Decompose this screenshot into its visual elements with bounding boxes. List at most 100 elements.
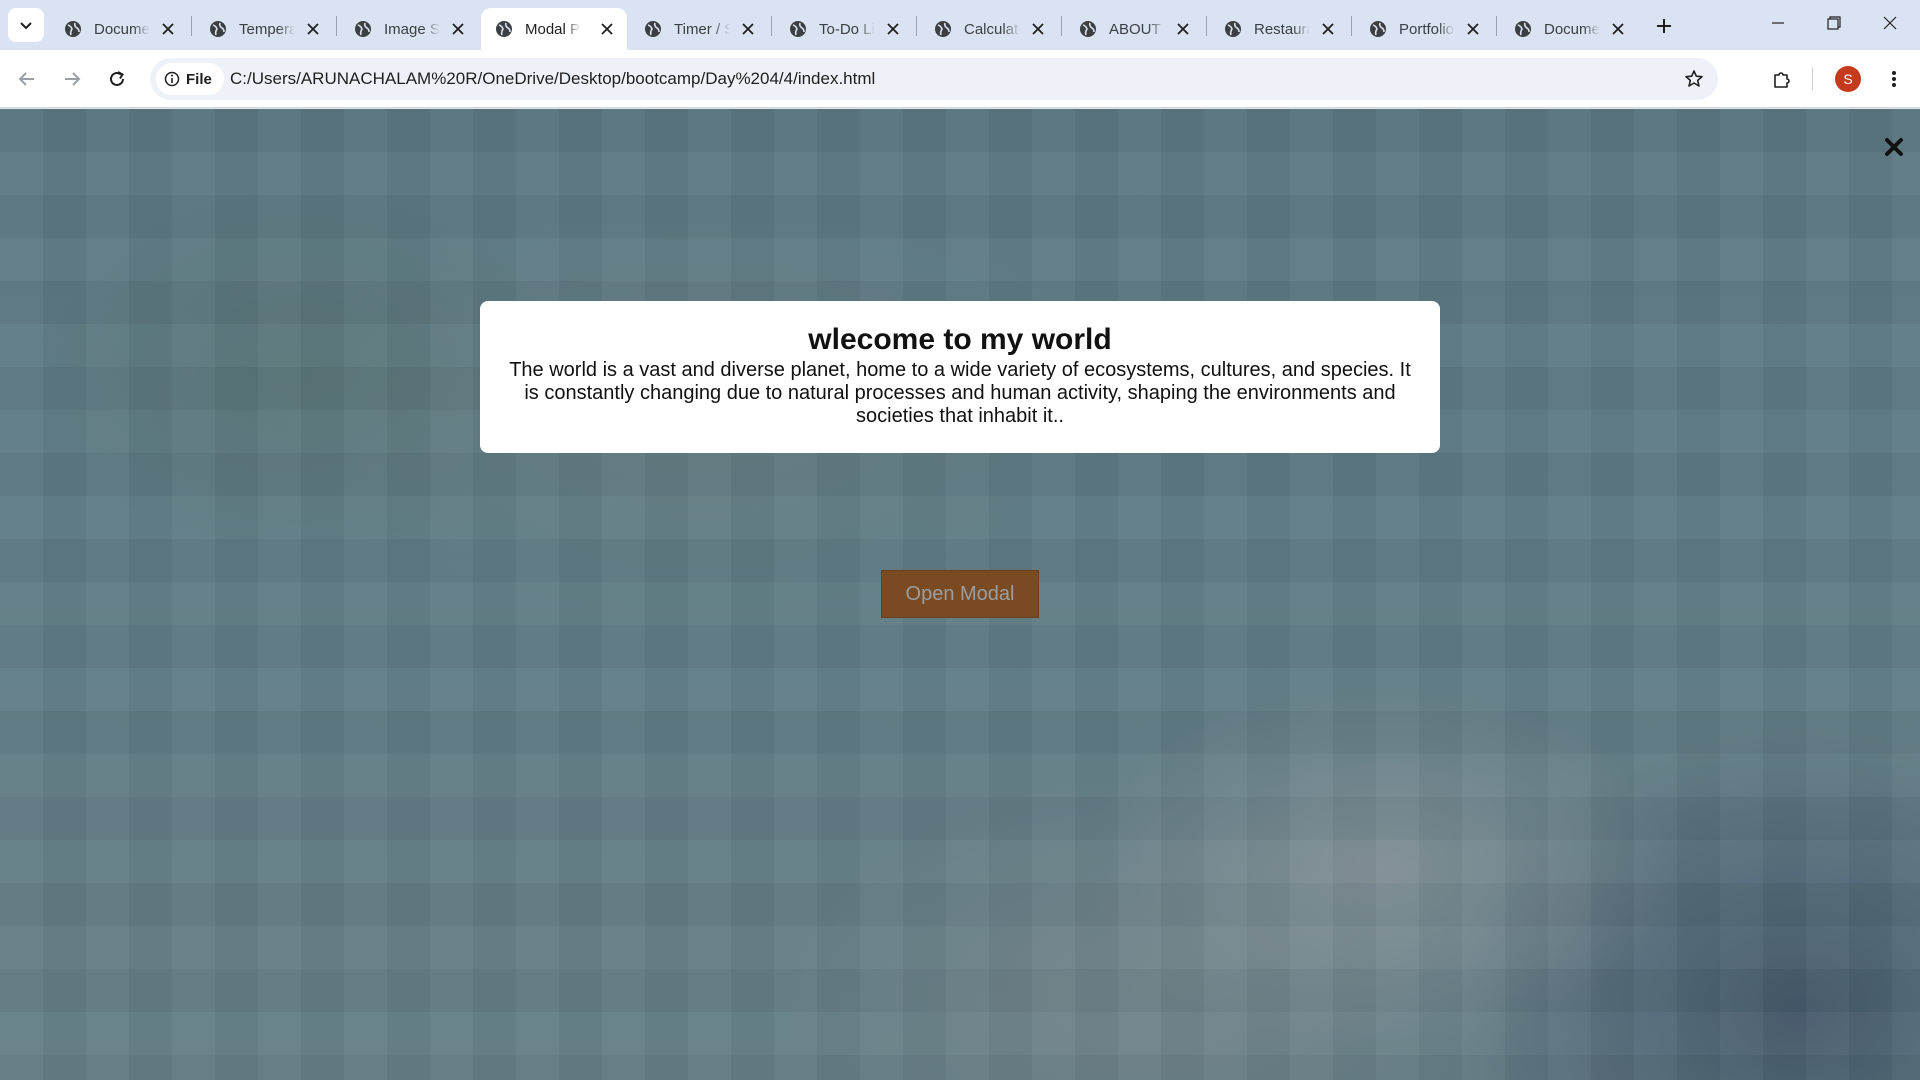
address-bar[interactable]: File C:/Users/ARUNACHALAM%20R/OneDrive/D…: [150, 58, 1718, 100]
tab-title: Image Slider: [384, 20, 440, 38]
tab-separator: [1061, 16, 1062, 36]
restore-button[interactable]: [1806, 0, 1862, 46]
browser-tab[interactable]: Calculator: [920, 8, 1058, 50]
tab-separator: [191, 16, 192, 36]
browser-tab[interactable]: ABOUT ME: [1065, 8, 1203, 50]
info-icon: [164, 71, 180, 87]
browser-tab[interactable]: Portfolio: [1355, 8, 1493, 50]
new-tab-button[interactable]: [1650, 12, 1678, 40]
extensions-button[interactable]: [1765, 62, 1799, 96]
close-icon: [1883, 16, 1897, 30]
globe-icon: [935, 21, 951, 37]
menu-button[interactable]: [1877, 62, 1911, 96]
back-arrow-icon: [18, 72, 34, 86]
browser-tab[interactable]: Temperature: [195, 8, 333, 50]
tab-separator: [771, 16, 772, 36]
tab-close-button[interactable]: [160, 21, 176, 37]
tab-close-button[interactable]: [599, 21, 615, 37]
globe-icon: [645, 21, 661, 37]
browser-tab[interactable]: Restaurant: [1210, 8, 1348, 50]
close-window-button[interactable]: [1862, 0, 1918, 46]
tab-close-button[interactable]: [740, 21, 756, 37]
tab-separator: [1496, 16, 1497, 36]
tab-title: To-Do List: [819, 20, 875, 38]
tab-close-button[interactable]: [450, 21, 466, 37]
tab-separator: [1351, 16, 1352, 36]
tab-title: Restaurant: [1254, 20, 1310, 38]
tab-close-button[interactable]: [305, 21, 321, 37]
close-icon: [452, 23, 464, 35]
tab-title: Portfolio: [1399, 20, 1455, 38]
globe-icon: [1515, 21, 1531, 37]
close-icon: [1612, 23, 1624, 35]
back-button[interactable]: [10, 62, 44, 96]
browser-tab[interactable]: Document: [50, 8, 188, 50]
site-chip-label: File: [186, 70, 212, 88]
star-icon: [1685, 70, 1703, 87]
more-vert-icon: [1892, 71, 1896, 87]
profile-avatar[interactable]: S: [1835, 66, 1861, 92]
reload-icon: [110, 71, 124, 86]
globe-icon: [355, 21, 371, 37]
close-icon: [307, 23, 319, 35]
bookmark-button[interactable]: [1682, 67, 1706, 91]
minimize-icon: [1772, 22, 1784, 24]
chevron-down-icon: [20, 22, 32, 30]
close-icon: [1322, 23, 1334, 35]
close-icon: [742, 23, 754, 35]
tab-strip: Document Temperature Image Slider Modal Pop…: [0, 0, 1920, 50]
modal-close-button[interactable]: [1880, 133, 1908, 161]
modal-title: wlecome to my world: [808, 323, 1112, 356]
tab-title: Timer / Stopwatch: [674, 20, 730, 38]
tab-close-button[interactable]: [1175, 21, 1191, 37]
tab-separator: [916, 16, 917, 36]
close-icon: [887, 23, 899, 35]
close-icon: [601, 23, 613, 35]
forward-button[interactable]: [55, 62, 89, 96]
browser-tab[interactable]: Document: [1500, 8, 1638, 50]
modal-dialog: wlecome to my world The world is a vast …: [480, 301, 1440, 453]
restore-icon: [1827, 16, 1841, 30]
close-icon: [1032, 23, 1044, 35]
tab-title: Document: [94, 20, 150, 38]
globe-icon: [1225, 21, 1241, 37]
plus-icon: [1657, 19, 1671, 33]
tab-title: ABOUT ME: [1109, 20, 1165, 38]
modal-body-text: The world is a vast and diverse planet, …: [509, 359, 1411, 427]
site-info-chip[interactable]: File: [156, 63, 224, 95]
close-icon: [1467, 23, 1479, 35]
tab-title: Modal Popup: [525, 20, 581, 38]
globe-icon: [790, 21, 806, 37]
tab-close-button[interactable]: [885, 21, 901, 37]
globe-icon: [1370, 21, 1386, 37]
tab-title: Document: [1544, 20, 1600, 38]
close-icon: [1885, 138, 1903, 156]
close-icon: [162, 23, 174, 35]
tab-search-button[interactable]: [8, 8, 44, 42]
reload-button[interactable]: [100, 62, 134, 96]
minimize-button[interactable]: [1750, 0, 1806, 46]
tab-close-button[interactable]: [1465, 21, 1481, 37]
close-icon: [1177, 23, 1189, 35]
globe-icon: [65, 21, 81, 37]
tab-close-button[interactable]: [1030, 21, 1046, 37]
toolbar-divider: [1812, 68, 1813, 90]
tab-close-button[interactable]: [1610, 21, 1626, 37]
browser-tab[interactable]: Modal Popup: [481, 8, 627, 50]
browser-toolbar: File C:/Users/ARUNACHALAM%20R/OneDrive/D…: [0, 50, 1920, 108]
tab-title: Calculator: [964, 20, 1020, 38]
url-text[interactable]: C:/Users/ARUNACHALAM%20R/OneDrive/Deskto…: [230, 69, 875, 89]
browser-tab[interactable]: To-Do List: [775, 8, 913, 50]
puzzle-icon: [1774, 72, 1790, 88]
tab-close-button[interactable]: [1320, 21, 1336, 37]
browser-tab[interactable]: Timer / Stopwatch: [630, 8, 768, 50]
tab-separator: [1206, 16, 1207, 36]
browser-tab[interactable]: Image Slider: [340, 8, 478, 50]
globe-icon: [1080, 21, 1096, 37]
tab-separator: [336, 16, 337, 36]
forward-arrow-icon: [65, 72, 81, 86]
globe-icon: [210, 21, 226, 37]
open-modal-button[interactable]: Open Modal: [881, 570, 1039, 618]
globe-icon: [496, 21, 512, 37]
page-viewport: wlecome to my world The world is a vast …: [0, 109, 1920, 1080]
